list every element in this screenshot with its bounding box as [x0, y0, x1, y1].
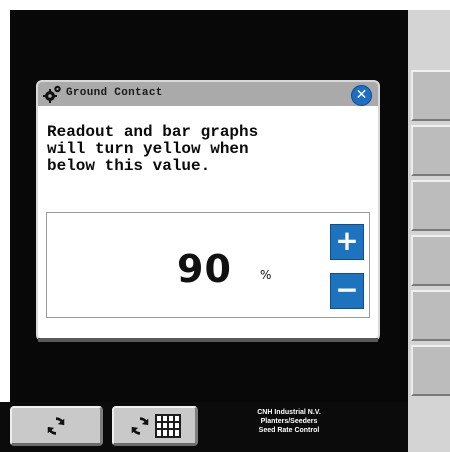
close-button[interactable]: ✕ [351, 85, 372, 106]
company-info: CNH Industrial N.V. Planters/Seeders See… [224, 408, 354, 435]
softkey-6[interactable] [411, 345, 450, 396]
company-line-3: Seed Rate Control [258, 427, 320, 434]
dialog-shadow [38, 338, 378, 342]
gear-icon [43, 85, 61, 103]
softkey-3[interactable] [411, 180, 450, 231]
threshold-value: 90 [177, 247, 232, 291]
company-line-2: Planters/Seeders [260, 418, 318, 425]
softkey-rail [408, 10, 450, 452]
sync-button[interactable] [10, 406, 103, 446]
threshold-unit: % [260, 268, 272, 282]
decrement-button[interactable]: − [330, 273, 364, 309]
ground-contact-dialog: Ground Contact ✕ Readout and bar graphs … [38, 82, 378, 339]
softkey-2[interactable] [411, 125, 450, 176]
close-icon: ✕ [355, 87, 368, 103]
company-line-1: CNH Industrial N.V. [257, 409, 321, 416]
grid-icon [154, 413, 181, 438]
dialog-title: Ground Contact [66, 87, 163, 99]
increment-button[interactable]: + [330, 224, 364, 260]
softkey-5[interactable] [411, 290, 450, 341]
value-panel: 90 % + − [46, 212, 370, 318]
sync-grid-button[interactable] [112, 406, 198, 446]
dialog-title-bar: Ground Contact ✕ [38, 82, 378, 106]
sync-icon [47, 416, 65, 435]
softkey-4[interactable] [411, 235, 450, 286]
sync-icon [131, 416, 148, 435]
dialog-message: Readout and bar graphs will turn yellow … [47, 123, 259, 175]
softkey-1[interactable] [411, 70, 450, 121]
